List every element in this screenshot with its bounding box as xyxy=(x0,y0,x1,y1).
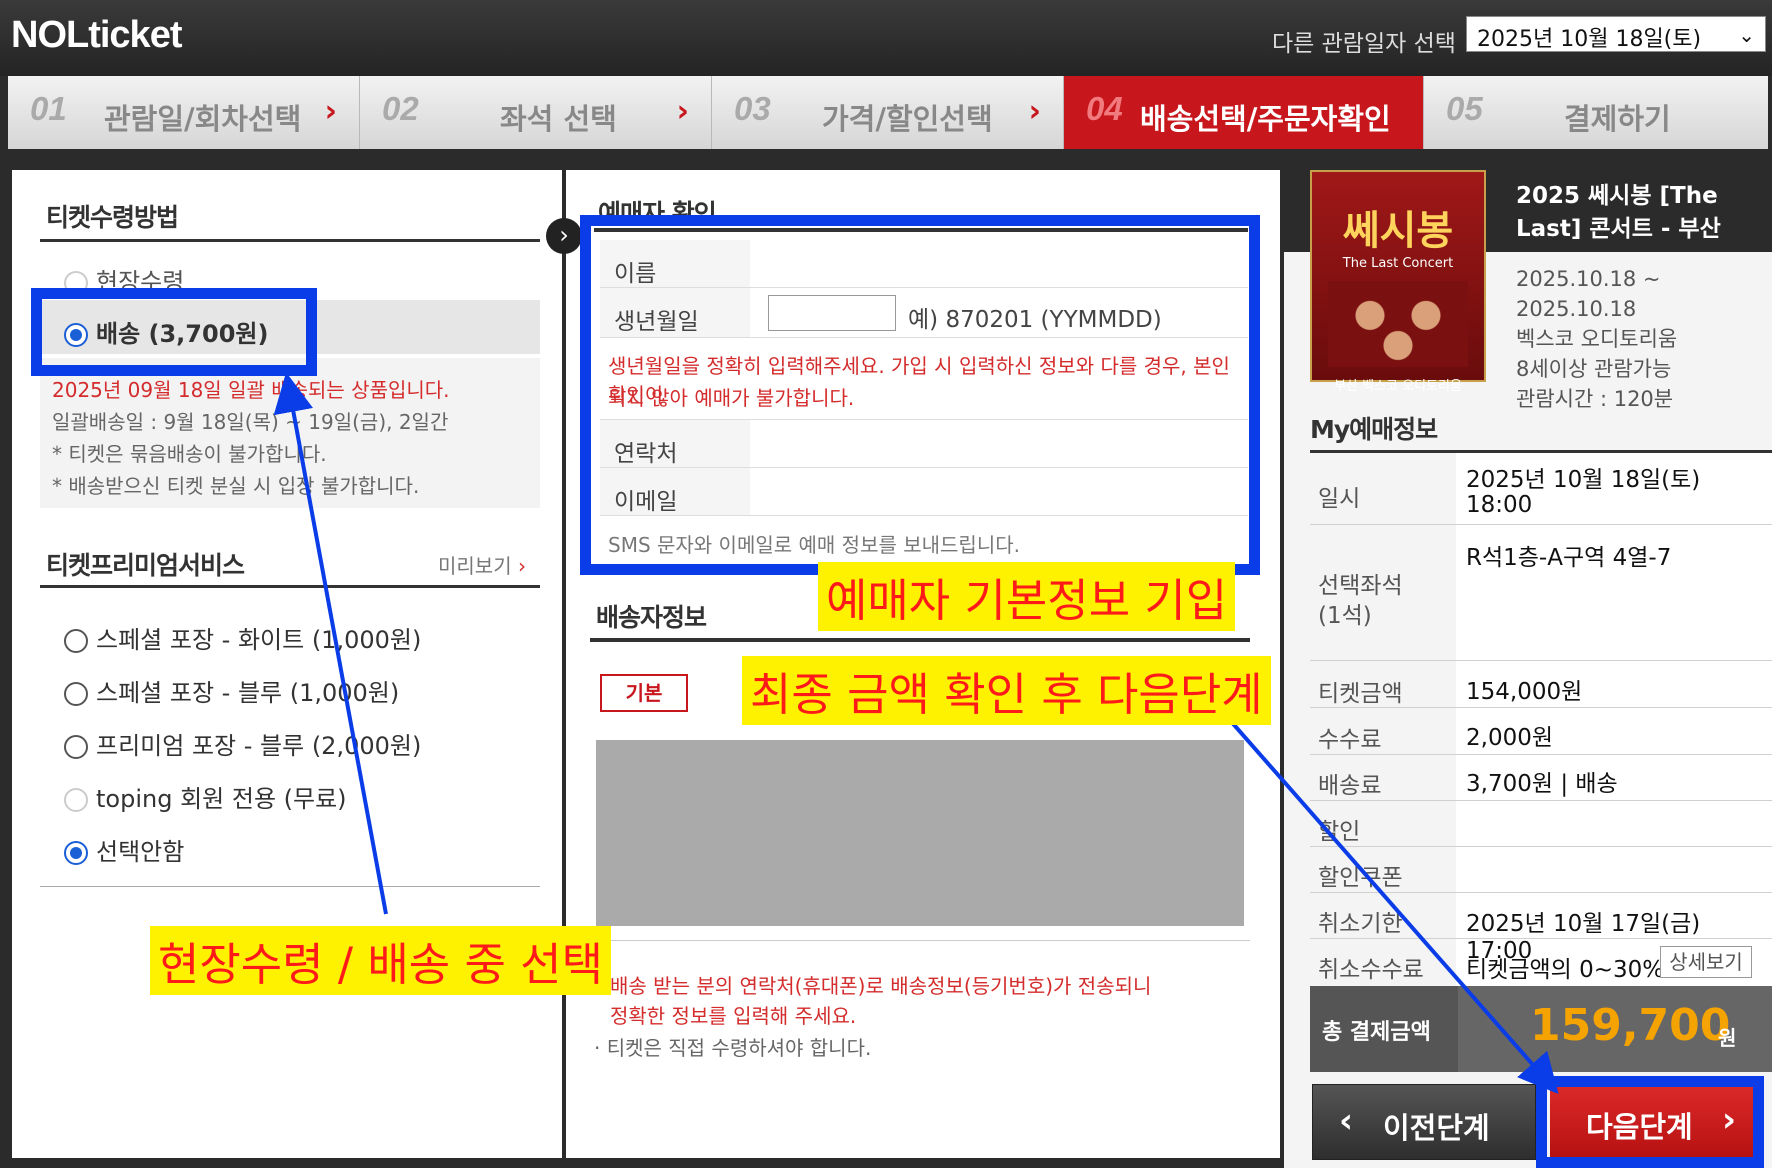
arrow-to-delivery xyxy=(273,372,388,915)
annotation-confirm-next: 최종 금액 확인 후 다음단계 xyxy=(742,656,1271,725)
annotation-enter-info: 예매자 기본정보 기입 xyxy=(818,562,1236,631)
arrow-to-next-button xyxy=(1226,716,1559,1095)
annotation-select-method: 현장수령 / 배송 중 선택 xyxy=(150,926,611,995)
